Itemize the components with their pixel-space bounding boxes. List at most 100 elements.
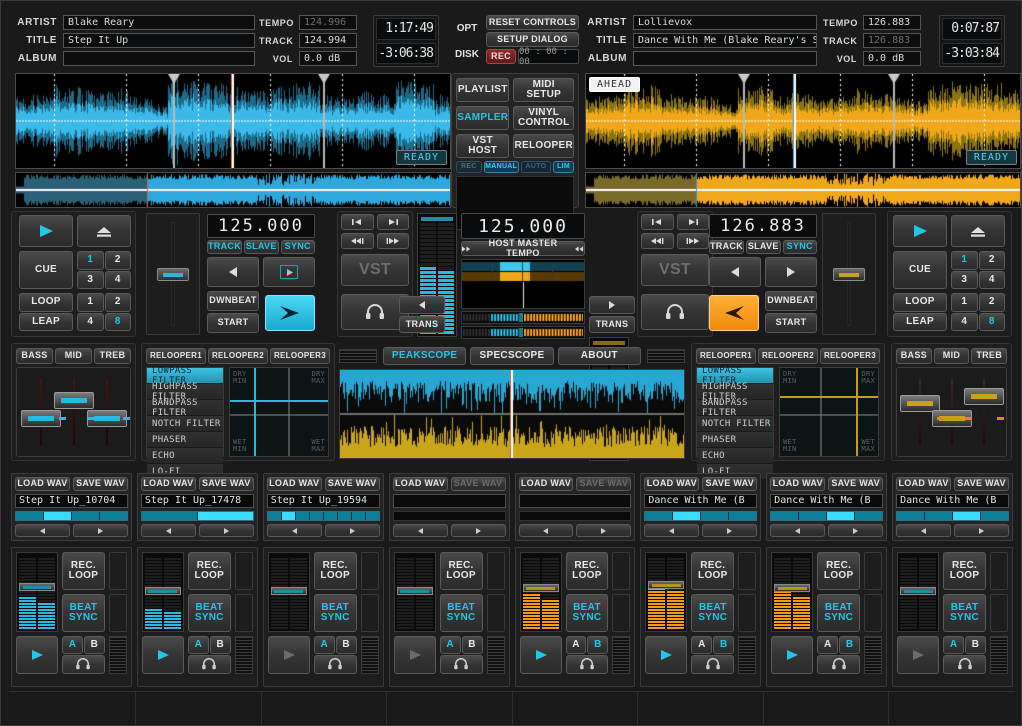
left-jog-fwd-fine[interactable] bbox=[376, 214, 409, 230]
right-hotcue-3[interactable]: 3 bbox=[951, 270, 978, 289]
left-bass-button[interactable]: BASS bbox=[16, 348, 53, 364]
left-hotcue-1[interactable]: 1 bbox=[77, 251, 104, 270]
left-xy-pad[interactable]: DRY MIN DRY MAX WET MIN WET MAX bbox=[229, 367, 329, 457]
right-downbeat-button[interactable]: DWNBEAT bbox=[765, 291, 817, 311]
left-sync-button[interactable]: SYNC bbox=[280, 240, 315, 254]
right-filter-notch[interactable]: NOTCH FILTER bbox=[697, 416, 773, 432]
right-jog-fwd-fine[interactable] bbox=[676, 214, 709, 230]
sampler-deck-groove-fader[interactable] bbox=[360, 636, 379, 674]
right-artist-field[interactable]: Lollievox bbox=[633, 15, 817, 30]
left-hotcue-4[interactable]: 4 bbox=[104, 270, 131, 289]
left-downbeat-button[interactable]: DWNBEAT bbox=[207, 291, 259, 311]
left-filter-notch[interactable]: NOTCH FILTER bbox=[147, 416, 223, 432]
nav-playlist-button[interactable]: PLAYLIST bbox=[456, 78, 510, 102]
beat-sync-button[interactable]: BEAT SYNC bbox=[943, 594, 986, 632]
save-wav-button[interactable]: SAVE WAV bbox=[576, 477, 632, 491]
nav-vinyl-control-button[interactable]: VINYL CONTROL bbox=[513, 106, 574, 130]
right-jog-fwd-coarse[interactable] bbox=[676, 233, 709, 249]
right-relooper3-tab[interactable]: RELOOPER3 bbox=[820, 348, 880, 364]
sampler-deck-play-button[interactable] bbox=[645, 636, 688, 674]
sampler-deck-aux-fader-1[interactable] bbox=[108, 552, 127, 590]
rec-button[interactable]: REC bbox=[486, 49, 516, 64]
load-wav-button[interactable]: LOAD WAV bbox=[644, 477, 700, 491]
mini-rec-button[interactable]: REC bbox=[456, 161, 482, 173]
left-hotcue-3[interactable]: 3 bbox=[77, 270, 104, 289]
route-b-button[interactable]: B bbox=[965, 636, 986, 654]
mini-manual-button[interactable]: MANUAL bbox=[483, 161, 519, 173]
right-filter-echo[interactable]: ECHO bbox=[697, 448, 773, 464]
left-pitch-fader[interactable] bbox=[146, 213, 200, 335]
right-mid-button[interactable]: MID bbox=[933, 348, 970, 364]
left-jog-fwd-coarse[interactable] bbox=[376, 233, 409, 249]
nav-sampler-button[interactable]: SAMPLER bbox=[456, 106, 510, 130]
load-wav-button[interactable]: LOAD WAV bbox=[518, 477, 574, 491]
left-filter-echo[interactable]: ECHO bbox=[147, 448, 223, 464]
left-mid-knob[interactable] bbox=[54, 392, 94, 409]
left-leap-button[interactable]: LEAP bbox=[19, 312, 73, 331]
right-vst-button[interactable]: VST bbox=[641, 254, 709, 286]
about-tab[interactable]: ABOUT bbox=[557, 347, 641, 365]
sampler-slot-name[interactable]: Dance With Me (B bbox=[770, 493, 884, 508]
sampler-deck-aux-fader-2[interactable] bbox=[486, 594, 505, 632]
route-a-button[interactable]: A bbox=[62, 636, 83, 654]
route-a-button[interactable]: A bbox=[817, 636, 839, 654]
left-beat-nudge-button[interactable] bbox=[265, 295, 315, 331]
left-relooper3-tab[interactable]: RELOOPER3 bbox=[270, 348, 330, 364]
sampler-deck-groove-fader[interactable] bbox=[612, 636, 631, 674]
sampler-deck-play-button[interactable] bbox=[393, 636, 436, 674]
load-wav-button[interactable]: LOAD WAV bbox=[896, 477, 952, 491]
sampler-deck-aux-fader-1[interactable] bbox=[990, 552, 1008, 590]
sampler-deck-aux-fader-1[interactable] bbox=[486, 552, 505, 590]
sampler-slot-progress[interactable] bbox=[140, 510, 254, 522]
right-loopsize-8[interactable]: 8 bbox=[978, 312, 1005, 331]
left-cue-button[interactable]: CUE bbox=[19, 251, 73, 289]
right-remaining-time[interactable]: 8:88:88 -3:03:84 bbox=[942, 42, 1002, 64]
left-jog-back-coarse[interactable] bbox=[341, 233, 374, 249]
right-filter-list[interactable]: LOWPASS FILTER HIGHPASS FILTER BANDPASS … bbox=[696, 366, 774, 480]
left-loopsize-1[interactable]: 1 bbox=[77, 293, 104, 312]
route-b-button[interactable]: B bbox=[461, 636, 483, 654]
right-treb-knob[interactable] bbox=[964, 388, 1004, 405]
left-elapsed-time[interactable]: 8:88:88 1:17:49 bbox=[376, 18, 436, 40]
sampler-deck-volume-handle[interactable] bbox=[522, 584, 559, 592]
right-overview-display[interactable] bbox=[585, 172, 1021, 208]
right-elapsed-time[interactable]: 8:88:88 0:07:87 bbox=[942, 18, 1002, 40]
sampler-deck-play-button[interactable] bbox=[141, 636, 184, 674]
right-leap-button[interactable]: LEAP bbox=[893, 312, 947, 331]
sampler-prev-button[interactable] bbox=[15, 524, 70, 538]
route-b-button[interactable]: B bbox=[209, 636, 231, 654]
sampler-deck-cue-button[interactable] bbox=[62, 654, 105, 674]
beat-sync-button[interactable]: BEAT SYNC bbox=[313, 594, 357, 632]
sampler-deck-play-button[interactable] bbox=[16, 636, 58, 674]
route-b-button[interactable]: B bbox=[335, 636, 357, 654]
sampler-deck-cue-button[interactable] bbox=[691, 654, 735, 674]
left-relooper2-tab[interactable]: RELOOPER2 bbox=[208, 348, 268, 364]
sampler-deck-groove-fader[interactable] bbox=[108, 636, 127, 674]
sampler-slot-name[interactable] bbox=[392, 493, 506, 508]
right-pitch-fader[interactable] bbox=[822, 213, 876, 335]
nav-vst-host-button[interactable]: VST HOST bbox=[456, 134, 510, 158]
sampler-prev-button[interactable] bbox=[266, 524, 322, 538]
sampler-deck-cue-button[interactable] bbox=[313, 654, 357, 674]
save-wav-button[interactable]: SAVE WAV bbox=[702, 477, 758, 491]
left-pitch-knob[interactable] bbox=[157, 268, 189, 281]
sampler-slot-progress[interactable] bbox=[770, 510, 884, 522]
beat-sync-button[interactable]: BEAT SYNC bbox=[565, 594, 609, 632]
sampler-next-button[interactable] bbox=[576, 524, 632, 538]
sampler-next-button[interactable] bbox=[828, 524, 884, 538]
right-waveform-display[interactable]: AHEAD READY bbox=[585, 73, 1021, 169]
right-xy-pad[interactable]: DRY MIN DRY MAX WET MIN WET MAX bbox=[779, 367, 879, 457]
left-filter-phaser[interactable]: PHASER bbox=[147, 432, 223, 448]
sampler-deck-volume-handle[interactable] bbox=[648, 581, 685, 589]
route-a-button[interactable]: A bbox=[439, 636, 461, 654]
sampler-deck-groove-fader[interactable] bbox=[990, 636, 1008, 674]
sampler-deck-aux-fader-2[interactable] bbox=[612, 594, 631, 632]
left-loopsize-4[interactable]: 4 bbox=[77, 312, 104, 331]
right-nudge-back-button[interactable] bbox=[709, 257, 761, 287]
left-jog-back-fine[interactable] bbox=[341, 214, 374, 230]
right-eject-button[interactable] bbox=[951, 215, 1005, 247]
sampler-next-button[interactable] bbox=[954, 524, 1009, 538]
route-a-button[interactable]: A bbox=[187, 636, 209, 654]
left-filter-list[interactable]: LOWPASS FILTER HIGHPASS FILTER BANDPASS … bbox=[146, 366, 224, 480]
route-b-button[interactable]: B bbox=[713, 636, 735, 654]
